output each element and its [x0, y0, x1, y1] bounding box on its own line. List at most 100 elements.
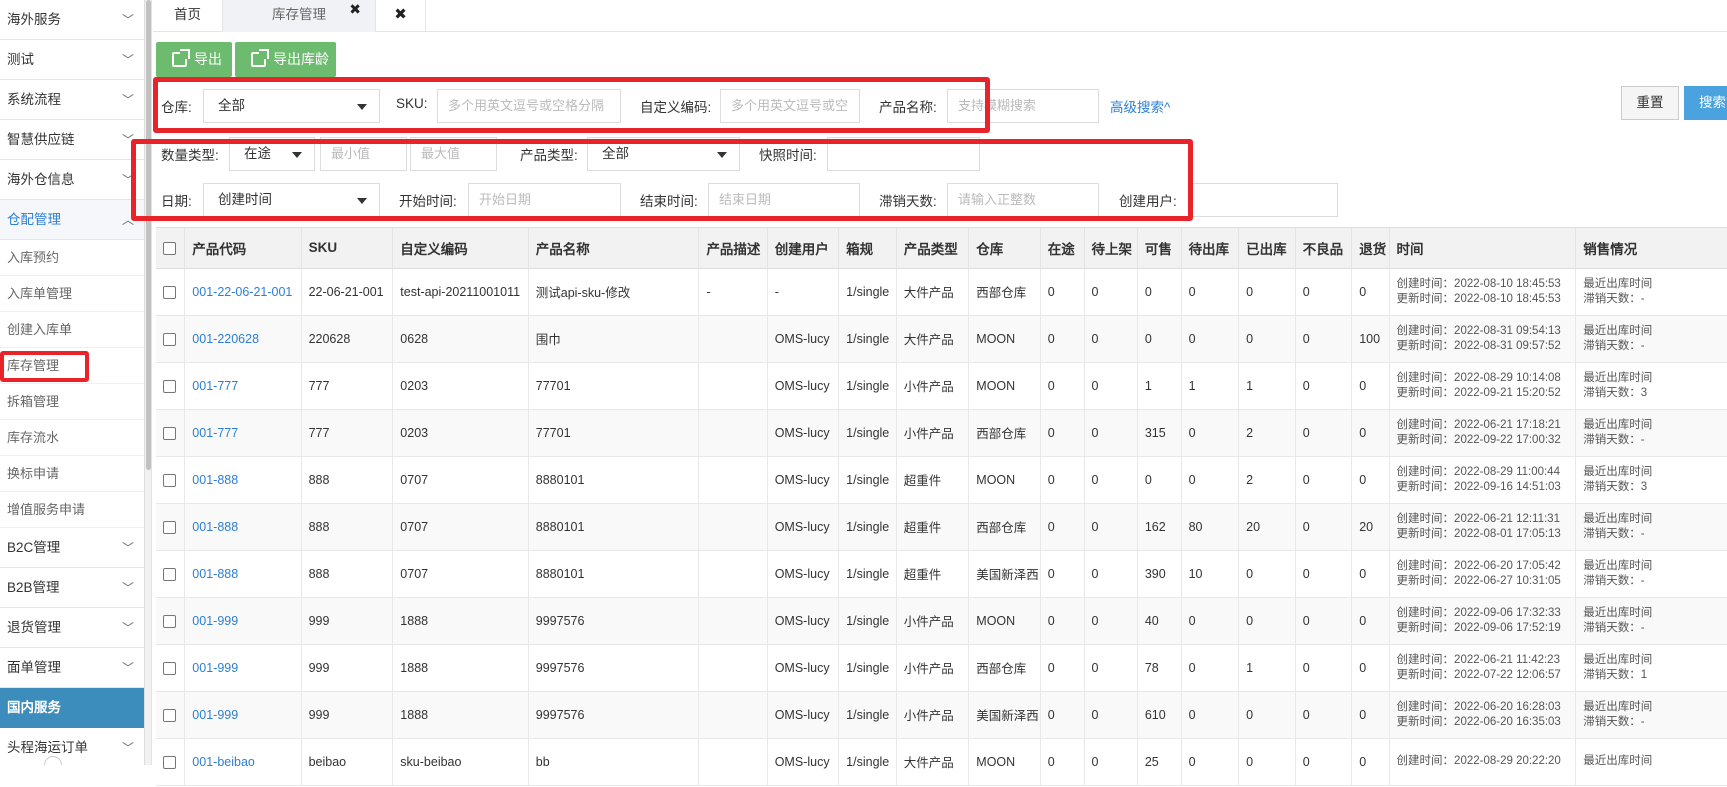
- row-checkbox[interactable]: [163, 285, 176, 299]
- cell-time: 创建时间：2022-08-29 11:00:44 更新时间：2022-09-16 …: [1389, 456, 1577, 504]
- row-checkbox[interactable]: [163, 426, 176, 440]
- scrollbar-thumb[interactable]: [146, 0, 151, 470]
- sidebar-subitem-label: 创建入库单: [7, 322, 73, 337]
- product-code-link[interactable]: 001-22-06-21-001: [184, 268, 302, 316]
- table-row: 001-888 888 0707 8880101 OMS-lucy 1/single 超重件…: [156, 550, 1727, 598]
- sidebar-item-domestic-service[interactable]: 国内服务: [0, 688, 144, 728]
- stale-days-input[interactable]: 请输入正整数: [947, 183, 1099, 217]
- sidebar-subitem-1[interactable]: 入库单管理: [0, 276, 144, 312]
- sidebar-item-0[interactable]: 海外服务 ﹀: [0, 0, 144, 40]
- product-code-link[interactable]: 001-888: [184, 550, 302, 598]
- sidebar-subitem-6[interactable]: 换标申请: [0, 456, 144, 492]
- sidebar-item-label: 测试: [7, 52, 34, 67]
- product-code-link[interactable]: 001-777: [184, 362, 302, 410]
- sidebar-item-lower-0[interactable]: B2C管理 ﹀: [0, 528, 144, 568]
- sidebar-subitem-4[interactable]: 拆箱管理: [0, 384, 144, 420]
- row-select-cell: [156, 315, 186, 363]
- advanced-search-link[interactable]: 高级搜索^: [1110, 96, 1170, 116]
- sidebar-item-lower-3[interactable]: 面单管理 ﹀: [0, 648, 144, 688]
- start-date-input[interactable]: 开始日期: [468, 183, 621, 217]
- cell-sales: 最近出库时间 滞销天数：1: [1575, 644, 1727, 692]
- export-button[interactable]: 导出: [156, 42, 232, 77]
- sidebar-subitem-inventory-management[interactable]: 库存管理: [0, 348, 144, 384]
- cell-name: 77701: [528, 409, 700, 457]
- product-code-link[interactable]: 001-beibao: [184, 738, 302, 786]
- cell-sales: 最近出库时间 滞销天数：-: [1575, 409, 1727, 457]
- product-code-link[interactable]: 001-999: [184, 597, 302, 645]
- row-checkbox[interactable]: [163, 755, 176, 769]
- cell-out-pending: 80: [1181, 503, 1240, 551]
- quantity-type-select[interactable]: 在途: [229, 137, 315, 171]
- cell-name: 测试api-sku-修改: [528, 268, 700, 316]
- row-checkbox[interactable]: [163, 332, 176, 346]
- row-checkbox[interactable]: [163, 567, 176, 581]
- sidebar-subitem-7[interactable]: 增值服务申请: [0, 492, 144, 528]
- cell-box: 1/single: [838, 268, 897, 316]
- sidebar-subitem-5[interactable]: 库存流水: [0, 420, 144, 456]
- product-name-input[interactable]: 支持模糊搜索: [947, 89, 1099, 123]
- row-checkbox[interactable]: [163, 520, 176, 534]
- export-inventory-age-button[interactable]: 导出库龄: [235, 42, 336, 77]
- cell-transit: 0: [1040, 597, 1085, 645]
- sidebar-group-warehouse-distribution[interactable]: 仓配管理 ︿: [0, 200, 144, 240]
- cell-out-pending: 0: [1181, 315, 1240, 363]
- product-code-link[interactable]: 001-220628: [184, 315, 302, 363]
- inventory-table: 产品代码 SKU 自定义编码 产品名称 产品描述 创建用户 箱规 产品类型 仓库 在途 待上架 可售待…: [156, 227, 1727, 787]
- row-checkbox[interactable]: [163, 473, 176, 487]
- product-code-link[interactable]: 001-888: [184, 503, 302, 551]
- row-checkbox[interactable]: [163, 379, 176, 393]
- sidebar-item-3[interactable]: 智慧供应链 ﹀: [0, 120, 144, 160]
- date-type-select[interactable]: 创建时间: [203, 183, 380, 217]
- row-checkbox[interactable]: [163, 661, 176, 675]
- creator-label: 创建用户:: [1119, 194, 1177, 209]
- sidebar: 海外服务 ﹀ 测试 ﹀ 系统流程 ﹀ 智慧供应链 ﹀ 海外仓信息 ﹀ 仓配管理 ︿ 入库预约 入库单…: [0, 0, 145, 765]
- time-updated: 更新时间：2022-07-22 12:06:57: [1396, 668, 1561, 681]
- row-checkbox[interactable]: [163, 614, 176, 628]
- reset-button[interactable]: 重置: [1621, 86, 1679, 120]
- sidebar-group-label: 仓配管理: [7, 212, 61, 227]
- sidebar-item-label: B2C管理: [7, 540, 61, 555]
- product-code-link[interactable]: 001-888: [184, 456, 302, 504]
- row-checkbox[interactable]: [163, 708, 176, 722]
- cell-custom: 0628: [392, 315, 529, 363]
- sidebar-item-1[interactable]: 测试 ﹀: [0, 40, 144, 80]
- product-type-select[interactable]: 全部: [587, 137, 740, 171]
- product-code-link[interactable]: 001-999: [184, 691, 302, 739]
- row-select-cell: [156, 362, 186, 410]
- sidebar-item-4[interactable]: 海外仓信息 ﹀: [0, 160, 144, 200]
- sidebar-item-first-leg-sea-order[interactable]: 头程海运订单 ﹀: [0, 728, 144, 765]
- sidebar-scrollbar[interactable]: [145, 0, 152, 765]
- tab-inventory-management[interactable]: 库存管理 ✖: [223, 0, 376, 32]
- max-quantity-input[interactable]: 最大值: [410, 137, 497, 171]
- warehouse-select[interactable]: 全部: [203, 89, 380, 123]
- product-code-link[interactable]: 001-777: [184, 409, 302, 457]
- cell-time: 创建时间：2022-09-06 17:32:33 更新时间：2022-09-06 …: [1389, 597, 1577, 645]
- stale-days-label: 滞销天数:: [879, 194, 937, 209]
- sidebar-subitem-2[interactable]: 创建入库单: [0, 312, 144, 348]
- close-all-tabs-icon[interactable]: ✖: [376, 0, 426, 32]
- cell-pending: 0: [1084, 550, 1138, 598]
- snapshot-time-input[interactable]: [827, 137, 980, 171]
- search-button[interactable]: 搜索: [1684, 86, 1727, 120]
- tab-label: 首页: [174, 7, 201, 22]
- end-date-input[interactable]: 结束日期: [708, 183, 860, 217]
- cell-sku: 999: [301, 644, 394, 692]
- creator-input[interactable]: [1188, 183, 1338, 217]
- column-header: 创建用户: [767, 228, 840, 269]
- sidebar-subitem-0[interactable]: 入库预约: [0, 240, 144, 276]
- sidebar-item-2[interactable]: 系统流程 ﹀: [0, 80, 144, 120]
- product-code-link[interactable]: 001-999: [184, 644, 302, 692]
- sku-input[interactable]: 多个用英文逗号或空格分隔: [437, 89, 621, 123]
- custom-code-input[interactable]: 多个用英文逗号或空: [720, 89, 860, 123]
- sidebar-item-lower-2[interactable]: 退货管理 ﹀: [0, 608, 144, 648]
- cell-shipped: 1: [1238, 644, 1296, 692]
- select-all-checkbox[interactable]: [163, 242, 176, 256]
- min-quantity-input[interactable]: 最小值: [320, 137, 407, 171]
- sidebar-item-lower-1[interactable]: B2B管理 ﹀: [0, 568, 144, 608]
- column-header: 可售: [1137, 228, 1182, 269]
- column-header: 产品代码: [184, 228, 302, 269]
- quantity-type-label: 数量类型:: [161, 148, 219, 163]
- close-tab-icon[interactable]: ✖: [349, 0, 361, 24]
- time-created: 创建时间：2022-08-29 11:00:44: [1396, 465, 1560, 478]
- tab-home[interactable]: 首页: [153, 0, 223, 32]
